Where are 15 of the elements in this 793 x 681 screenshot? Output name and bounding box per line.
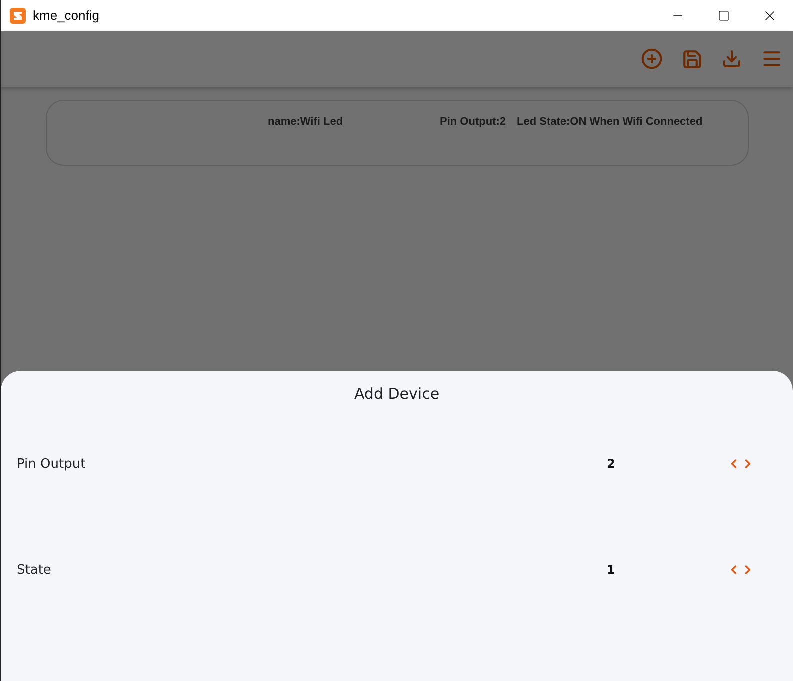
field-value: 1 [607,563,616,577]
window-title: kme_config [33,8,100,23]
app-logo-icon [10,8,26,24]
field-label: State [17,562,52,578]
maximize-icon[interactable] [718,10,730,22]
device-state: Led State:ON When Wifi Connected [517,116,703,130]
save-icon[interactable] [681,48,703,70]
device-name: name:Wifi Led [268,116,344,130]
device-card[interactable]: name:Wifi Led Pin Output:2 Led State:ON When Wifi Connected [46,100,749,166]
download-icon[interactable] [721,48,743,70]
add-circle-icon[interactable] [641,48,663,70]
device-pin: Pin Output:2 [440,116,507,130]
field-label: Pin Output [17,456,87,472]
sheet-title: Add Device [353,385,441,403]
field-value: 2 [607,457,616,471]
